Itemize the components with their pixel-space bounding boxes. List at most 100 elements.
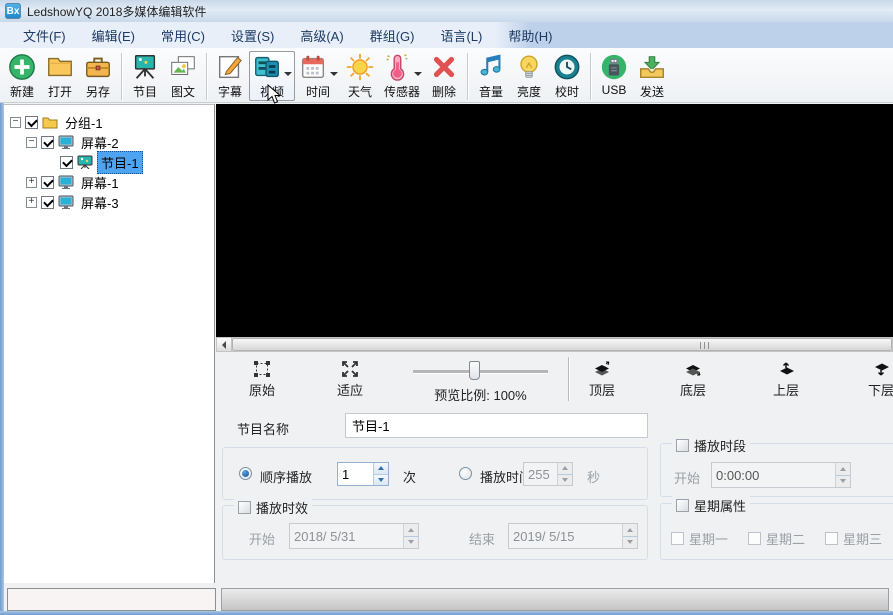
toolbar-button-volume[interactable]: 音量 xyxy=(472,51,510,101)
toolbar-button-send[interactable]: 发送 xyxy=(633,51,671,101)
menu-item-group[interactable]: 群组(G) xyxy=(357,22,428,49)
spin-down-button[interactable] xyxy=(836,475,850,488)
button-label: 原始 xyxy=(249,380,275,399)
toolbar-button-brightness[interactable]: 亮度 xyxy=(510,51,548,101)
spin-up-button[interactable] xyxy=(836,463,850,475)
window-bottom-border xyxy=(0,611,893,615)
spin-up-button[interactable] xyxy=(374,463,388,474)
tree-item-label[interactable]: 分组-1 xyxy=(62,112,106,133)
plus-box-icon[interactable]: + xyxy=(26,177,37,188)
week-attributes-checkbox[interactable] xyxy=(676,499,689,512)
spin-down-button[interactable] xyxy=(374,474,388,486)
tree-item-label[interactable]: 屏幕-2 xyxy=(78,132,122,153)
tree-item-label[interactable]: 屏幕-3 xyxy=(78,192,122,213)
tree-checkbox[interactable] xyxy=(41,196,54,209)
spin-up-button[interactable] xyxy=(558,463,572,474)
horizontal-scrollbar[interactable] xyxy=(216,337,893,352)
top-layer-button[interactable]: 顶层 xyxy=(580,359,624,399)
minus-box-icon[interactable]: − xyxy=(26,137,37,148)
grip-icon xyxy=(700,342,710,349)
app-logo-icon: Bx xyxy=(5,3,21,19)
end-date-spinner[interactable]: 2019/ 5/15 xyxy=(508,523,638,549)
checkbox[interactable] xyxy=(671,532,684,545)
toolbar-button-sensor[interactable]: 传感器 xyxy=(379,51,425,101)
led-preview-canvas[interactable] xyxy=(216,104,893,337)
sequence-play-radio[interactable] xyxy=(239,467,252,480)
toolbar-button-save-as[interactable]: 另存 xyxy=(79,51,117,101)
lower-layer-button[interactable]: 下层 xyxy=(859,359,893,399)
tree-checkbox[interactable] xyxy=(41,176,54,189)
menu-item-advanced[interactable]: 高级(A) xyxy=(287,22,356,49)
scrollbar-thumb[interactable] xyxy=(232,338,892,351)
checkbox[interactable] xyxy=(748,532,761,545)
tree-item-screen-2[interactable]: − 屏幕-2 xyxy=(4,132,214,152)
toolbar-label: 发送 xyxy=(640,83,664,100)
tree-item-screen-1[interactable]: + 屏幕-1 xyxy=(4,172,214,192)
toolbar-button-time[interactable]: 时间 xyxy=(295,51,341,101)
bottom-layer-button[interactable]: 底层 xyxy=(671,359,715,399)
menu-item-file[interactable]: 文件(F) xyxy=(10,22,79,49)
tree-item-screen-3[interactable]: + 屏幕-3 xyxy=(4,192,214,212)
monitor-icon xyxy=(58,175,74,189)
menu-item-language[interactable]: 语言(L) xyxy=(427,22,495,49)
play-period-checkbox[interactable] xyxy=(676,439,689,452)
menu-item-edit[interactable]: 编辑(E) xyxy=(79,22,148,49)
button-label: 顶层 xyxy=(589,380,615,399)
checkbox[interactable] xyxy=(825,532,838,545)
tree-item-group-1[interactable]: − 分组-1 xyxy=(4,112,214,132)
expand-arrows-icon xyxy=(340,359,360,379)
toolbar-button-program[interactable]: 节目 xyxy=(126,51,164,101)
preview-scale-slider-track[interactable] xyxy=(413,370,548,373)
tree-item-label[interactable]: 屏幕-1 xyxy=(78,172,122,193)
toolbar-label: 字幕 xyxy=(218,83,242,100)
program-name-input[interactable]: 节目-1 xyxy=(345,413,648,438)
start-date-spinner[interactable]: 2018/ 5/31 xyxy=(289,523,419,549)
menu-item-help[interactable]: 帮助(H) xyxy=(495,22,565,49)
toolbar-button-delete[interactable]: 删除 xyxy=(425,51,463,101)
spin-down-button[interactable] xyxy=(404,536,418,549)
toolbar-button-usb[interactable]: USB xyxy=(595,51,633,98)
plus-circle-icon xyxy=(7,52,37,82)
play-validity-title: 播放时效 xyxy=(256,498,308,517)
wednesday-checkbox-item[interactable]: 星期三 xyxy=(825,529,882,548)
sequence-count-spinner[interactable]: 1 xyxy=(337,462,389,486)
duration-spinner[interactable]: 255 xyxy=(523,462,573,486)
tree-checkbox[interactable] xyxy=(60,156,73,169)
toolbar-button-new[interactable]: 新建 xyxy=(3,51,41,101)
chevron-down-icon[interactable] xyxy=(284,72,292,76)
status-panel-left xyxy=(7,588,216,611)
minus-box-icon[interactable]: − xyxy=(10,117,21,128)
spin-up-button[interactable] xyxy=(404,524,418,536)
fit-button[interactable]: 适应 xyxy=(328,359,372,399)
original-size-button[interactable]: 原始 xyxy=(240,359,284,399)
spin-down-button[interactable] xyxy=(558,474,572,486)
toolbar-button-subtitle[interactable]: 字幕 xyxy=(211,51,249,101)
toolbar-separator xyxy=(467,53,468,100)
tree-checkbox[interactable] xyxy=(25,116,38,129)
toolbar-button-weather[interactable]: 天气 xyxy=(341,51,379,101)
spin-down-button[interactable] xyxy=(623,536,637,549)
toolbar-label: 音量 xyxy=(479,83,503,100)
spin-up-button[interactable] xyxy=(623,524,637,536)
toolbar-button-time-sync[interactable]: 校时 xyxy=(548,51,586,101)
menu-item-settings[interactable]: 设置(S) xyxy=(218,22,287,49)
monday-checkbox-item[interactable]: 星期一 xyxy=(671,529,728,548)
toolbar-button-open[interactable]: 打开 xyxy=(41,51,79,101)
plus-box-icon[interactable]: + xyxy=(26,197,37,208)
chevron-down-icon[interactable] xyxy=(414,72,422,76)
toolbar-button-graphic-text[interactable]: 图文 xyxy=(164,51,202,101)
spinner-value[interactable]: 1 xyxy=(338,463,373,485)
upper-layer-button[interactable]: 上层 xyxy=(764,359,808,399)
tuesday-checkbox-item[interactable]: 星期二 xyxy=(748,529,805,548)
play-duration-radio[interactable] xyxy=(459,467,472,480)
menu-item-common[interactable]: 常用(C) xyxy=(148,22,218,49)
tree-item-program-1[interactable]: 节目-1 xyxy=(4,152,214,172)
tree-checkbox[interactable] xyxy=(41,136,54,149)
chevron-down-icon[interactable] xyxy=(330,72,338,76)
status-panel-right xyxy=(221,588,889,611)
tree-item-label[interactable]: 节目-1 xyxy=(97,151,143,174)
play-validity-checkbox[interactable] xyxy=(238,501,251,514)
start-time-spinner[interactable]: 0:00:00 xyxy=(711,462,851,488)
preview-scale-slider-handle[interactable] xyxy=(469,361,480,380)
scroll-left-button[interactable] xyxy=(217,338,232,351)
